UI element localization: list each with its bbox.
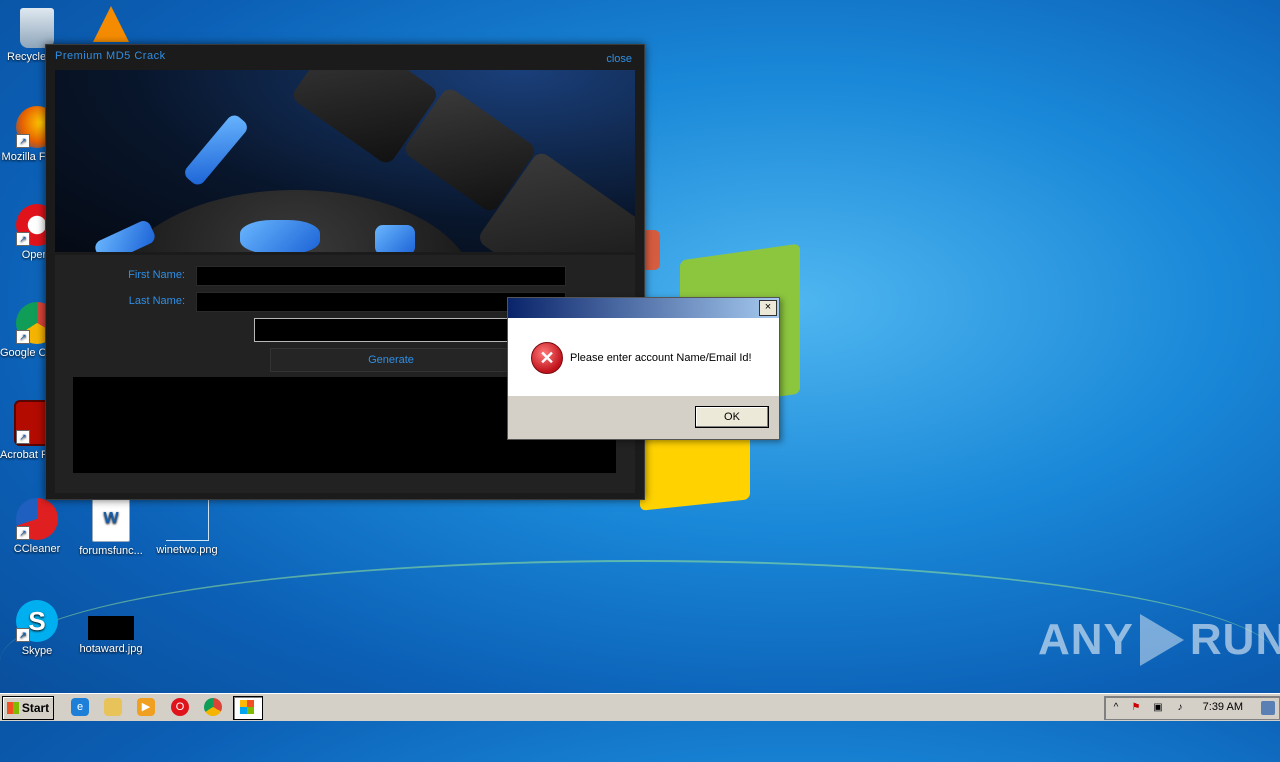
media-player-icon[interactable]: ▶ [137,698,155,716]
start-label: Start [21,701,50,715]
desktop-icon-label: hotaward.jpg [79,643,143,655]
desktop-icon-hotaward[interactable]: hotaward.jpg [74,606,148,655]
shortcut-arrow-icon: ↗ [16,526,30,540]
desktop-icon-label: Skype [21,645,53,657]
volume-icon[interactable]: ♪ [1173,701,1187,715]
skype-icon: S ↗ [16,600,58,642]
explorer-icon[interactable] [104,698,122,716]
word-doc-icon: W [92,498,130,542]
taskbar: Start e ▶ O ^ ⚑ ▣ ♪ 7:39 AM [0,693,1280,721]
network-icon[interactable]: ▣ [1151,701,1165,715]
dialog-footer: OK [508,396,779,439]
banner-image [55,70,635,252]
desktop-icon-label: forumsfunc... [79,545,143,557]
close-link[interactable]: close [606,53,632,65]
anyrun-watermark: ANY RUN [1038,614,1280,666]
show-desktop-icon[interactable] [1261,701,1275,715]
error-message: Please enter account Name/Email Id! [570,352,752,364]
last-name-label: Last Name: [128,295,185,307]
watermark-right: RUN [1189,615,1280,664]
image-file-icon [165,498,209,541]
chrome-icon[interactable] [204,698,222,716]
shortcut-arrow-icon: ↗ [16,134,30,148]
crack-app-icon [240,700,254,714]
shortcut-arrow-icon: ↗ [16,430,30,444]
ccleaner-icon: ↗ [16,498,58,540]
shortcut-arrow-icon: ↗ [16,232,30,246]
ie-icon[interactable]: e [71,698,89,716]
generate-button[interactable]: Generate [270,348,512,372]
desktop-icon-ccleaner[interactable]: ↗ CCleaner [0,498,74,555]
play-icon [1139,614,1184,666]
desktop-icon-label: winetwo.png [156,544,218,556]
clock[interactable]: 7:39 AM [1203,701,1243,713]
dialog-title-bar: × [508,298,779,318]
start-button[interactable]: Start [2,696,54,720]
desktop-icon-label: CCleaner [13,543,61,555]
desktop-icon-skype[interactable]: S ↗ Skype [0,600,74,657]
error-dialog: × ✕ Please enter account Name/Email Id! … [507,297,780,440]
recycle-bin-icon [20,8,54,48]
action-center-icon[interactable]: ⚑ [1129,701,1143,715]
dialog-body: ✕ Please enter account Name/Email Id! [508,319,779,396]
tray-expand-icon[interactable]: ^ [1109,701,1123,715]
watermark-left: ANY [1038,615,1134,664]
shortcut-arrow-icon: ↗ [16,628,30,642]
dialog-close-button[interactable]: × [759,300,777,316]
desktop-icon-word-doc[interactable]: W forumsfunc... [74,498,148,557]
error-icon: ✕ [531,342,563,374]
ok-button[interactable]: OK [695,406,769,428]
first-name-label: First Name: [128,269,185,281]
windows-flag-icon [6,702,19,714]
serial-output-field[interactable] [254,318,518,342]
shortcut-arrow-icon: ↗ [16,330,30,344]
system-tray: ^ ⚑ ▣ ♪ 7:39 AM [1104,696,1280,720]
taskbar-active-app[interactable] [233,696,263,720]
desktop-icon-vlc[interactable] [74,6,148,45]
window-title: Premium MD5 Crack [55,50,166,62]
opera-icon[interactable]: O [171,698,189,716]
desktop-icon-winetwo[interactable]: winetwo.png [150,498,224,556]
vlc-icon [93,6,129,42]
image-file-icon [88,616,134,640]
first-name-input[interactable] [196,266,566,286]
